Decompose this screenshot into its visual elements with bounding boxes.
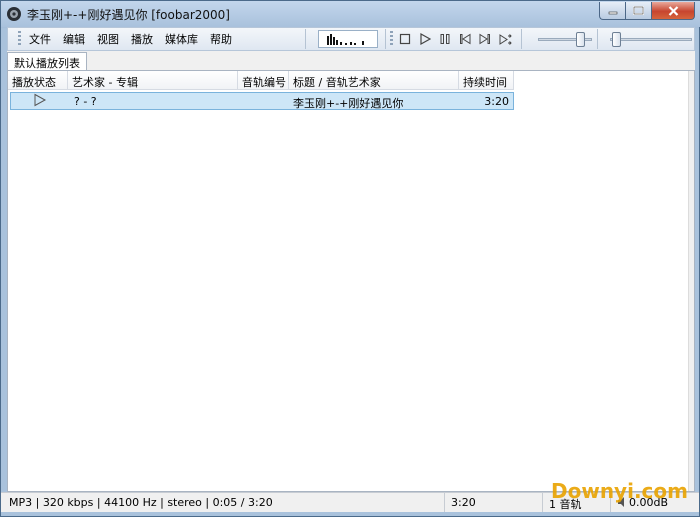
- menu-edit[interactable]: 编辑: [57, 30, 91, 48]
- spectrum-bar: [327, 36, 329, 45]
- seek-slider-track[interactable]: [610, 38, 692, 41]
- spectrum-bar: [333, 37, 335, 45]
- spectrum-bar: [362, 41, 364, 45]
- minimize-icon: [608, 11, 617, 14]
- spectrum-bar: [345, 43, 347, 45]
- app-window: 李玉刚+-+刚好遇见你 [foobar2000] 文件 编辑 视图 播放 媒体库…: [0, 0, 700, 517]
- toolbar-grip[interactable]: [390, 31, 393, 47]
- row-status: [11, 93, 70, 109]
- spectrum-visualizer[interactable]: [318, 30, 378, 48]
- playlist-view[interactable]: 播放状态 艺术家 - 专辑 音轨编号 标题 / 音轨艺术家 持续时间 ? - ?…: [7, 70, 695, 492]
- previous-icon: [460, 33, 471, 45]
- menu-bar: 文件 编辑 视图 播放 媒体库 帮助: [10, 29, 306, 49]
- random-icon: [499, 33, 512, 45]
- column-header-duration[interactable]: 持续时间: [459, 71, 514, 90]
- status-track-info: MP3 | 320 kbps | 44100 Hz | stereo | 0:0…: [5, 493, 445, 512]
- spectrum-bar: [330, 34, 332, 45]
- transport-controls: [390, 29, 522, 49]
- stop-button[interactable]: [395, 29, 415, 49]
- play-icon: [420, 33, 431, 45]
- playlist-row[interactable]: ? - ? 李玉刚+-+刚好遇见你 3:20: [10, 92, 514, 110]
- caption-buttons: [599, 2, 695, 20]
- spectrum-bar: [340, 42, 342, 45]
- row-title: 李玉刚+-+刚好遇见你: [293, 97, 404, 109]
- pause-icon: [440, 34, 450, 44]
- tab-default-playlist[interactable]: 默认播放列表: [7, 52, 87, 71]
- minimize-button[interactable]: [599, 2, 625, 20]
- spectrum-bar: [350, 42, 352, 45]
- column-header-artist-album[interactable]: 艺术家 - 专辑: [68, 71, 238, 90]
- column-header-track-number[interactable]: 音轨编号: [238, 71, 289, 90]
- column-header-title-artist[interactable]: 标题 / 音轨艺术家: [289, 71, 459, 90]
- close-icon: [668, 5, 678, 16]
- menu-playback[interactable]: 播放: [125, 30, 159, 48]
- volume-control: [532, 29, 598, 49]
- previous-button[interactable]: [455, 29, 475, 49]
- next-button[interactable]: [475, 29, 495, 49]
- maximize-button[interactable]: [625, 2, 651, 20]
- playlist-edge: [688, 71, 694, 491]
- window-title: 李玉刚+-+刚好遇见你 [foobar2000]: [27, 8, 230, 22]
- close-button[interactable]: [651, 2, 695, 20]
- random-button[interactable]: [495, 29, 515, 49]
- seek-control: [604, 29, 694, 49]
- playlist-tabs: 默认播放列表: [7, 51, 695, 71]
- menu-file[interactable]: 文件: [23, 30, 57, 48]
- title-bar[interactable]: 李玉刚+-+刚好遇见你 [foobar2000]: [1, 1, 700, 27]
- playlist-header: 播放状态 艺术家 - 专辑 音轨编号 标题 / 音轨艺术家 持续时间: [8, 71, 514, 90]
- watermark: Downyi.com: [551, 479, 688, 503]
- row-duration: 3:20: [484, 95, 509, 108]
- row-track-number: [240, 93, 291, 109]
- next-icon: [479, 33, 490, 45]
- play-icon: [34, 93, 47, 107]
- maximize-icon: [633, 6, 644, 15]
- stop-icon: [399, 33, 411, 45]
- pause-button[interactable]: [435, 29, 455, 49]
- menu-library[interactable]: 媒体库: [159, 30, 204, 48]
- status-total-time: 3:20: [447, 493, 543, 512]
- row-artist-album: ? - ?: [74, 95, 97, 108]
- volume-slider-thumb[interactable]: [576, 32, 586, 47]
- menu-view[interactable]: 视图: [91, 30, 125, 48]
- spectrum-bar: [354, 43, 356, 45]
- seek-slider-thumb[interactable]: [611, 32, 621, 47]
- spectrum-bar: [336, 40, 338, 45]
- column-header-status[interactable]: 播放状态: [8, 71, 68, 90]
- toolbar-grip[interactable]: [18, 31, 21, 47]
- toolbar: 文件 编辑 视图 播放 媒体库 帮助: [7, 27, 695, 51]
- visualization-panel: [312, 29, 386, 49]
- foobar-logo-icon: [7, 7, 21, 21]
- menu-help[interactable]: 帮助: [204, 30, 238, 48]
- play-button[interactable]: [415, 29, 435, 49]
